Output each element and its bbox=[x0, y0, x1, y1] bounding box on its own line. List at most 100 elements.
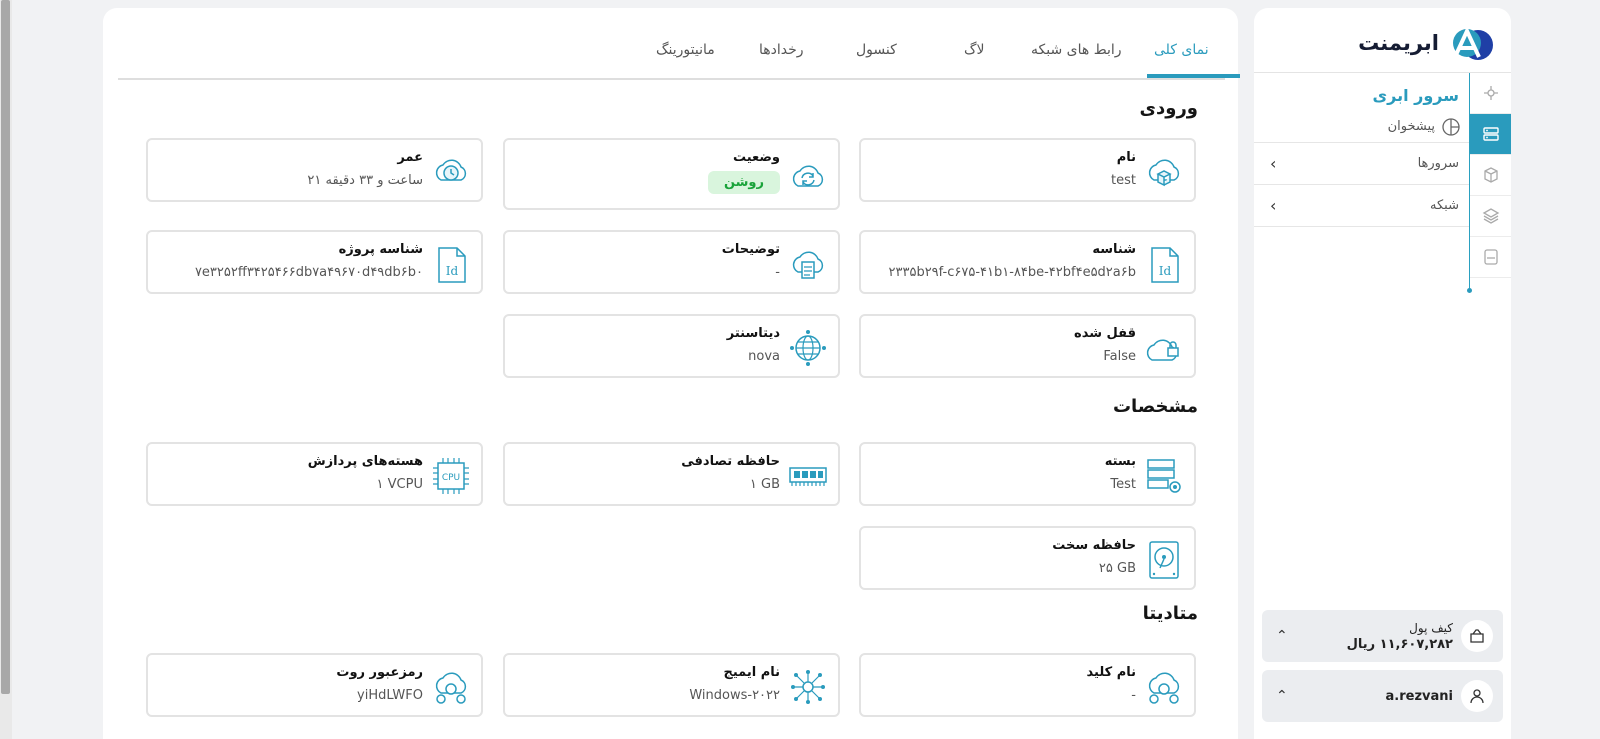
sidebar: ابریمنت سرور ابری پیشخوان ‹ سرورها ‹ شبک… bbox=[1254, 8, 1511, 739]
rail-item-box[interactable] bbox=[1470, 155, 1511, 196]
tab-overview[interactable]: نمای کلی bbox=[1154, 42, 1209, 68]
sidebar-item-servers[interactable]: ‹ سرورها bbox=[1254, 143, 1469, 185]
field-card-ram: حافظه تصادفی ۱ GB bbox=[503, 442, 840, 506]
sidebar-item-network[interactable]: ‹ شبکه bbox=[1254, 185, 1469, 227]
wallet-info: کیف پول ۱۱,۶۰۷,۲۸۲ ریال bbox=[1347, 621, 1453, 652]
field-label: عمر bbox=[397, 150, 423, 165]
field-label: وضعیت bbox=[732, 150, 780, 165]
field-value: ۱ VCPU bbox=[376, 477, 423, 492]
page-scrollbar-thumb[interactable] bbox=[1, 0, 10, 694]
storage-icon bbox=[1483, 249, 1498, 265]
rail-item-layers[interactable] bbox=[1470, 196, 1511, 237]
wallet-balance: ۱۱,۶۰۷,۲۸۲ ریال bbox=[1346, 636, 1453, 652]
user-icon bbox=[1461, 680, 1493, 712]
cloud-gear-icon bbox=[435, 672, 467, 704]
active-tab-indicator bbox=[1147, 74, 1240, 78]
brand-logo-icon bbox=[1453, 26, 1493, 60]
field-label: حافظه تصادفی bbox=[681, 454, 780, 469]
sidebar-item-label: شبکه bbox=[1430, 198, 1459, 213]
field-card-root-password: رمزعبور روت yiHdLWFO bbox=[146, 653, 483, 717]
chevron-left-icon: ‹ bbox=[1270, 196, 1277, 215]
server-icon bbox=[1482, 127, 1499, 141]
rail-item-storage[interactable] bbox=[1470, 237, 1511, 278]
hub-icon bbox=[1483, 86, 1498, 100]
field-card-locked: قفل شده False bbox=[859, 314, 1196, 378]
field-card-image-name: نام ایمیج Windows-۲۰۲۲ bbox=[503, 653, 840, 717]
chevron-left-icon: ‹ bbox=[1270, 154, 1277, 173]
brand-name: ابریمنت bbox=[1358, 31, 1439, 55]
field-value: ۷e۳۲۵۲ff۳۴۲۵۴۶۶db۷a۴۹۶۷۰d۴۹db۶b۰ bbox=[194, 265, 423, 280]
field-label: حافظه سخت bbox=[1052, 538, 1136, 553]
field-label: نام bbox=[1116, 150, 1136, 165]
tab-events[interactable]: رخدادها bbox=[759, 42, 804, 68]
tab-log[interactable]: لاگ bbox=[964, 42, 985, 68]
svg-text:CPU: CPU bbox=[442, 473, 460, 483]
hard-disk-icon bbox=[1149, 541, 1179, 579]
brand-logo[interactable]: ابریمنت bbox=[1358, 22, 1495, 64]
id-document-icon: Id bbox=[438, 247, 466, 283]
tab-console[interactable]: کنسول bbox=[856, 42, 897, 68]
field-label: نام ایمیج bbox=[723, 665, 780, 680]
field-card-datacenter: دیتاسنتر nova bbox=[503, 314, 840, 378]
cloud-sync-icon bbox=[792, 165, 824, 187]
rail-item-network-hub[interactable] bbox=[1470, 73, 1511, 114]
cloud-lock-icon bbox=[1146, 339, 1179, 361]
ram-chip-icon bbox=[789, 467, 827, 486]
cloud-gear-icon bbox=[1148, 672, 1180, 704]
field-card-cpu: CPU هسته‌های پردازش ۱ VCPU bbox=[146, 442, 483, 506]
page-scrollbar[interactable] bbox=[0, 0, 12, 739]
box-icon bbox=[1483, 167, 1498, 183]
tab-monitoring[interactable]: مانیتورینگ bbox=[656, 42, 715, 68]
sidebar-item-dashboard[interactable]: پیشخوان bbox=[1254, 111, 1469, 143]
field-value: nova bbox=[748, 349, 780, 364]
section-title-metadata: متادیتا bbox=[1142, 603, 1198, 624]
field-value: yiHdLWFO bbox=[357, 688, 423, 703]
field-card-age: عمر ۲۱ ساعت و ۳۳ دقیقه bbox=[146, 138, 483, 202]
section-title-input: ورودی bbox=[1139, 98, 1198, 119]
dashboard-icon bbox=[1442, 117, 1460, 136]
field-label: قفل شده bbox=[1074, 326, 1136, 341]
svg-text:Id: Id bbox=[1159, 264, 1172, 278]
field-value: ۲۱ ساعت و ۳۳ دقیقه bbox=[307, 173, 423, 188]
sidebar-item-label: سرورها bbox=[1417, 156, 1459, 171]
chevron-up-icon[interactable]: ⌃ bbox=[1276, 688, 1288, 704]
field-label: دیتاسنتر bbox=[726, 326, 780, 341]
wallet-icon bbox=[1461, 620, 1493, 652]
network-hub-icon bbox=[791, 670, 825, 704]
cloud-document-icon bbox=[792, 251, 824, 279]
tab-bar: نمای کلی رابط های شبکه لاگ کنسول رخدادها… bbox=[118, 30, 1240, 80]
field-card-disk: حافظه سخت ۲۵ GB bbox=[859, 526, 1196, 590]
server-detail-panel: نمای کلی رابط های شبکه لاگ کنسول رخدادها… bbox=[103, 8, 1240, 739]
server-settings-icon bbox=[1147, 459, 1181, 493]
field-card-id: Id شناسه ۲۳۳۵b۲۹f-c۶۷۵-۴۱b۱-۸۴be-۴۲bf۴e۵… bbox=[859, 230, 1196, 294]
globe-network-icon bbox=[790, 330, 826, 366]
field-card-key-name: نام کلید - bbox=[859, 653, 1196, 717]
wallet-widget[interactable]: ⌃ کیف پول ۱۱,۶۰۷,۲۸۲ ریال bbox=[1262, 610, 1503, 662]
wallet-label: کیف پول bbox=[1409, 620, 1453, 635]
field-value: test bbox=[1111, 173, 1136, 188]
rail-end-dot bbox=[1467, 288, 1472, 293]
sidebar-item-label: پیشخوان bbox=[1387, 119, 1435, 134]
sidebar-menu: سرور ابری پیشخوان ‹ سرورها ‹ شبکه bbox=[1254, 73, 1469, 227]
tab-network-interfaces[interactable]: رابط های شبکه bbox=[1031, 42, 1122, 68]
field-card-status: وضعیت روشن bbox=[503, 138, 840, 210]
svg-text:Id: Id bbox=[446, 264, 459, 278]
field-label: هسته‌های پردازش bbox=[307, 454, 423, 469]
layers-icon bbox=[1482, 208, 1499, 224]
field-value: - bbox=[1131, 688, 1136, 703]
field-label: توضیحات bbox=[721, 242, 780, 257]
cpu-chip-icon: CPU bbox=[433, 458, 469, 494]
rail-item-cloud-server[interactable] bbox=[1470, 114, 1511, 155]
cloud-box-icon bbox=[1148, 159, 1180, 187]
icon-rail bbox=[1467, 73, 1511, 293]
user-widget[interactable]: ⌃ a.rezvani bbox=[1262, 670, 1503, 722]
chevron-up-icon[interactable]: ⌃ bbox=[1276, 628, 1288, 644]
field-card-description: توضیحات - bbox=[503, 230, 840, 294]
field-value: False bbox=[1103, 349, 1136, 364]
field-label: شناسه پروژه bbox=[338, 242, 423, 257]
field-label: شناسه bbox=[1092, 242, 1136, 257]
sidebar-section-title: سرور ابری bbox=[1372, 86, 1459, 105]
field-value: Test bbox=[1110, 477, 1136, 492]
field-value: ۲۵ GB bbox=[1098, 561, 1136, 576]
field-value: Windows-۲۰۲۲ bbox=[689, 688, 780, 703]
